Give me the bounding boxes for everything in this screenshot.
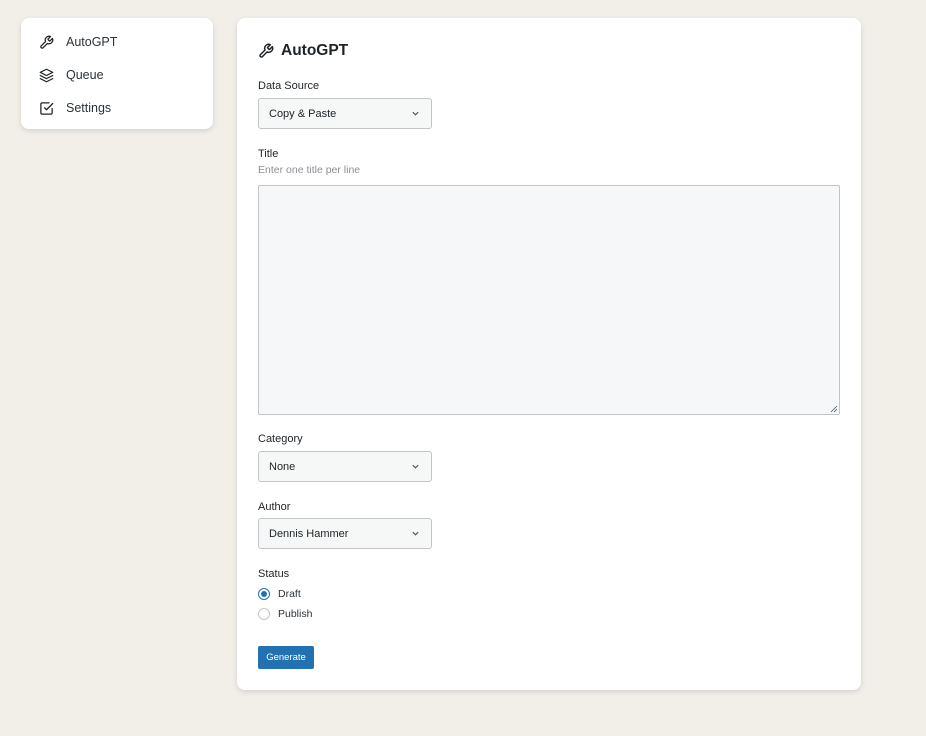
chevron-down-icon	[411, 529, 420, 538]
chevron-down-icon	[411, 462, 420, 471]
data-source-value: Copy & Paste	[269, 107, 337, 120]
chevron-down-icon	[411, 109, 420, 118]
sidebar-item-queue[interactable]: Queue	[39, 64, 104, 86]
status-radio-publish[interactable]: Publish	[258, 608, 312, 620]
status-radio-draft[interactable]: Draft	[258, 588, 301, 600]
category-select[interactable]: None	[258, 451, 432, 482]
sidebar-item-autogpt[interactable]: AutoGPT	[39, 31, 117, 53]
author-label: Author	[258, 501, 291, 513]
generate-button[interactable]: Generate	[258, 646, 314, 669]
status-label: Status	[258, 568, 290, 580]
wrench-icon	[258, 43, 274, 59]
title-hint: Enter one title per line	[258, 164, 361, 176]
page-header: AutoGPT	[258, 42, 348, 60]
title-label: Title	[258, 148, 279, 160]
author-value: Dennis Hammer	[269, 527, 349, 540]
sidebar-item-settings[interactable]: Settings	[39, 97, 111, 119]
category-label: Category	[258, 433, 303, 445]
wrench-icon	[39, 35, 54, 50]
data-source-label: Data Source	[258, 80, 320, 92]
radio-label: Publish	[278, 608, 313, 620]
sidebar-item-label: Queue	[66, 68, 104, 82]
radio-button[interactable]	[258, 608, 270, 620]
sidebar-item-label: Settings	[66, 101, 112, 115]
data-source-select[interactable]: Copy & Paste	[258, 98, 432, 129]
page-title: AutoGPT	[281, 42, 349, 59]
title-textarea[interactable]	[258, 185, 840, 415]
author-select[interactable]: Dennis Hammer	[258, 518, 432, 549]
radio-button-checked[interactable]	[258, 588, 270, 600]
checkbox-icon	[39, 101, 54, 116]
radio-label: Draft	[278, 588, 301, 600]
sidebar-item-label: AutoGPT	[66, 35, 118, 49]
layers-icon	[39, 68, 54, 83]
main-panel: AutoGPT Data Source Copy & Paste Title E…	[237, 18, 861, 690]
resize-handle-icon[interactable]	[830, 405, 838, 413]
category-value: None	[269, 460, 296, 473]
sidebar-menu: AutoGPT Queue Settings	[21, 18, 213, 129]
